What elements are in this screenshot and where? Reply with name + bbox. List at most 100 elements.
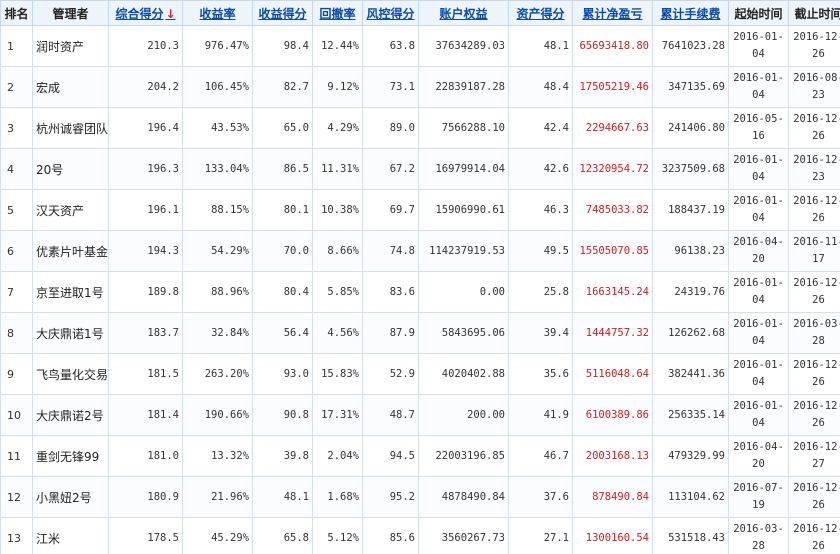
cell-fees: 24319.76	[652, 271, 729, 313]
cell-start-time: 2016-01- 04	[728, 25, 789, 67]
table-row[interactable]: 4 20号 196.3 133.04% 86.5 11.31% 67.2 16979914.0…	[0, 148, 840, 190]
cell-rank: 5	[0, 189, 33, 231]
cell-end-time: 2016-12- 26	[788, 353, 840, 395]
cell-start-time-day: 04	[752, 212, 765, 224]
cell-end-time: 2016-12- 26	[788, 189, 840, 231]
cell-start-time-day: 04	[752, 335, 765, 347]
cell-asset-score: 49.5	[508, 230, 573, 272]
cell-risk-score: 95.2	[362, 476, 419, 518]
cell-drawdown: 4.29%	[312, 107, 363, 149]
table-row[interactable]: 9 飞鸟量化交易 181.5 263.20% 93.0 15.83% 52.9 4020402…	[0, 353, 840, 395]
cell-start-time-day: 16	[752, 130, 765, 142]
cell-start-time-day: 20	[752, 458, 765, 470]
header-rank: 排名	[0, 0, 33, 26]
header-fees[interactable]: 累计手续费	[652, 0, 729, 26]
cell-net-pnl: 12320954.72	[572, 148, 653, 190]
cell-yield: 88.15%	[182, 189, 253, 231]
cell-drawdown: 11.31%	[312, 148, 363, 190]
cell-end-time-date: 2016-12-	[793, 277, 840, 289]
cell-asset-score: 35.6	[508, 353, 573, 395]
table-row[interactable]: 1 润时资产 210.3 976.47% 98.4 12.44% 63.8 37634289.…	[0, 25, 840, 67]
cell-end-time-date: 2016-12-	[793, 400, 840, 412]
cell-rank: 8	[0, 312, 33, 354]
cell-start-time-date: 2016-01-	[733, 154, 784, 166]
cell-end-time-date: 2016-12-	[793, 154, 840, 166]
cell-fees: 188437.19	[652, 189, 729, 231]
cell-rank: 7	[0, 271, 33, 313]
cell-yield-score: 80.4	[252, 271, 313, 313]
cell-fees: 256335.14	[652, 394, 729, 436]
table-row[interactable]: 3 杭州诚睿团队 196.4 43.53% 65.0 4.29% 89.0 7566288.1…	[0, 107, 840, 149]
cell-end-time-day: 23	[812, 171, 825, 183]
cell-composite-score: 204.2	[108, 66, 183, 108]
cell-start-time: 2016-07- 19	[728, 476, 789, 518]
cell-equity: 22003196.85	[418, 435, 509, 477]
cell-composite-score: 210.3	[108, 25, 183, 67]
cell-drawdown: 5.85%	[312, 271, 363, 313]
cell-manager: 优素片叶基金	[32, 230, 109, 272]
cell-end-time-date: 2016-08-	[793, 72, 840, 84]
cell-risk-score: 89.0	[362, 107, 419, 149]
cell-risk-score: 94.5	[362, 435, 419, 477]
cell-yield: 21.96%	[182, 476, 253, 518]
header-composite-score[interactable]: 综合得分 ↓	[108, 0, 183, 26]
cell-yield: 88.96%	[182, 271, 253, 313]
cell-rank: 9	[0, 353, 33, 395]
cell-start-time-date: 2016-01-	[733, 359, 784, 371]
cell-composite-score: 181.4	[108, 394, 183, 436]
cell-yield-score: 93.0	[252, 353, 313, 395]
header-drawdown[interactable]: 回撤率	[312, 0, 363, 26]
header-yield[interactable]: 收益率	[182, 0, 253, 26]
header-net-pnl[interactable]: 累计净盈亏	[572, 0, 653, 26]
cell-yield-score: 86.5	[252, 148, 313, 190]
cell-start-time: 2016-01- 04	[728, 394, 789, 436]
cell-end-time-date: 2016-03-	[793, 318, 840, 330]
cell-yield-score: 90.8	[252, 394, 313, 436]
header-risk-score[interactable]: 风控得分	[362, 0, 419, 26]
cell-end-time-date: 2016-12-	[793, 482, 840, 494]
cell-end-time: 2016-12- 26	[788, 107, 840, 149]
table-row[interactable]: 2 宏成 204.2 106.45% 82.7 9.12% 73.1 22839187.28 4…	[0, 66, 840, 108]
cell-composite-score: 178.5	[108, 517, 183, 554]
cell-end-time-date: 2016-12-	[793, 113, 840, 125]
cell-end-time-day: 17	[812, 253, 825, 265]
cell-drawdown: 4.56%	[312, 312, 363, 354]
table-row[interactable]: 8 大庆鼎诺1号 183.7 32.84% 56.4 4.56% 87.9 5843695.0…	[0, 312, 840, 354]
table-row[interactable]: 10 大庆鼎诺2号 181.4 190.66% 90.8 17.31% 48.7 200.00…	[0, 394, 840, 436]
cell-fees: 347135.69	[652, 66, 729, 108]
cell-risk-score: 85.6	[362, 517, 419, 554]
cell-equity: 0.00	[418, 271, 509, 313]
cell-start-time-date: 2016-05-	[733, 113, 784, 125]
cell-equity: 16979914.04	[418, 148, 509, 190]
cell-equity: 4878490.84	[418, 476, 509, 518]
header-asset-score[interactable]: 资产得分	[508, 0, 573, 26]
cell-manager: 大庆鼎诺2号	[32, 394, 109, 436]
table-row[interactable]: 6 优素片叶基金 194.3 54.29% 70.0 8.66% 74.8 114237919…	[0, 230, 840, 272]
table-row[interactable]: 5 汉天资产 196.1 88.15% 80.1 10.38% 69.7 15906990.6…	[0, 189, 840, 231]
cell-end-time-day: 26	[812, 294, 825, 306]
table-row[interactable]: 7 京至进取1号 189.8 88.96% 80.4 5.85% 83.6 0.00 25.8 1…	[0, 271, 840, 313]
cell-manager: 京至进取1号	[32, 271, 109, 313]
cell-yield-score: 70.0	[252, 230, 313, 272]
cell-composite-score: 194.3	[108, 230, 183, 272]
cell-fees: 126262.68	[652, 312, 729, 354]
cell-yield-score: 98.4	[252, 25, 313, 67]
cell-asset-score: 41.9	[508, 394, 573, 436]
cell-risk-score: 69.7	[362, 189, 419, 231]
table-row[interactable]: 13 江米 178.5 45.29% 65.8 5.12% 85.6 3560267.73 27…	[0, 517, 840, 554]
cell-rank: 10	[0, 394, 33, 436]
header-yield-score[interactable]: 收益得分	[252, 0, 313, 26]
cell-yield: 133.04%	[182, 148, 253, 190]
cell-end-time-day: 27	[812, 458, 825, 470]
cell-composite-score: 183.7	[108, 312, 183, 354]
header-equity[interactable]: 账户权益	[418, 0, 509, 26]
header-row: 排名 管理者 综合得分 ↓ 收益率 收益得分 回撤率 风控得分 账户权益 资产得分…	[0, 0, 840, 26]
table-row[interactable]: 11 重剑无锋99 181.0 13.32% 39.8 2.04% 94.5 22003196…	[0, 435, 840, 477]
cell-start-time: 2016-01- 04	[728, 353, 789, 395]
cell-end-time-day: 26	[812, 499, 825, 511]
cell-yield-score: 65.8	[252, 517, 313, 554]
cell-yield-score: 80.1	[252, 189, 313, 231]
cell-start-time-day: 04	[752, 294, 765, 306]
table-row[interactable]: 12 小黑妞2号 180.9 21.96% 48.1 1.68% 95.2 4878490.8…	[0, 476, 840, 518]
cell-start-time: 2016-01- 04	[728, 312, 789, 354]
